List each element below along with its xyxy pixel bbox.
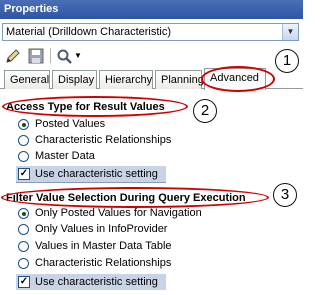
tools-icon[interactable] bbox=[56, 47, 74, 65]
access-use-characteristic-setting[interactable]: ✓ Use characteristic setting bbox=[16, 166, 166, 182]
radio-button[interactable] bbox=[18, 135, 29, 146]
tab-display[interactable]: Display bbox=[52, 70, 97, 89]
filter-use-characteristic-setting[interactable]: ✓ Use characteristic setting bbox=[16, 274, 166, 290]
tab-planning[interactable]: Planning bbox=[155, 70, 204, 89]
divider bbox=[16, 182, 166, 183]
window-title: Properties bbox=[0, 0, 303, 19]
radio-button-selected[interactable] bbox=[18, 119, 29, 130]
highlight-ellipse-access-type bbox=[2, 96, 188, 117]
callout-number-1: 1 bbox=[275, 49, 299, 73]
toolbar-separator bbox=[50, 48, 51, 63]
radio-button-selected[interactable] bbox=[18, 208, 29, 219]
highlight-ellipse-advanced bbox=[201, 66, 275, 92]
radio-button[interactable] bbox=[18, 151, 29, 162]
toolbar: ▼ bbox=[0, 43, 303, 67]
callout-number-3: 3 bbox=[273, 183, 297, 207]
object-selector[interactable]: Material (Drilldown Characteristic) ▼ bbox=[2, 23, 299, 41]
dropdown-arrow-icon[interactable]: ▼ bbox=[74, 47, 84, 65]
radio-button[interactable] bbox=[18, 258, 29, 269]
checkbox-checked[interactable]: ✓ bbox=[18, 276, 30, 288]
pencil-icon[interactable] bbox=[4, 47, 22, 65]
radio-button[interactable] bbox=[18, 224, 29, 235]
object-selector-value: Material (Drilldown Characteristic) bbox=[6, 26, 172, 38]
highlight-ellipse-filter-selection bbox=[1, 187, 269, 208]
save-icon[interactable] bbox=[27, 47, 45, 65]
checkbox-checked[interactable]: ✓ bbox=[18, 168, 30, 180]
tab-general[interactable]: General bbox=[4, 70, 50, 89]
callout-number-2: 2 bbox=[193, 99, 217, 123]
tab-hierarchy[interactable]: Hierarchy bbox=[99, 70, 153, 89]
radio-button[interactable] bbox=[18, 241, 29, 252]
chevron-down-icon[interactable]: ▼ bbox=[282, 24, 298, 40]
